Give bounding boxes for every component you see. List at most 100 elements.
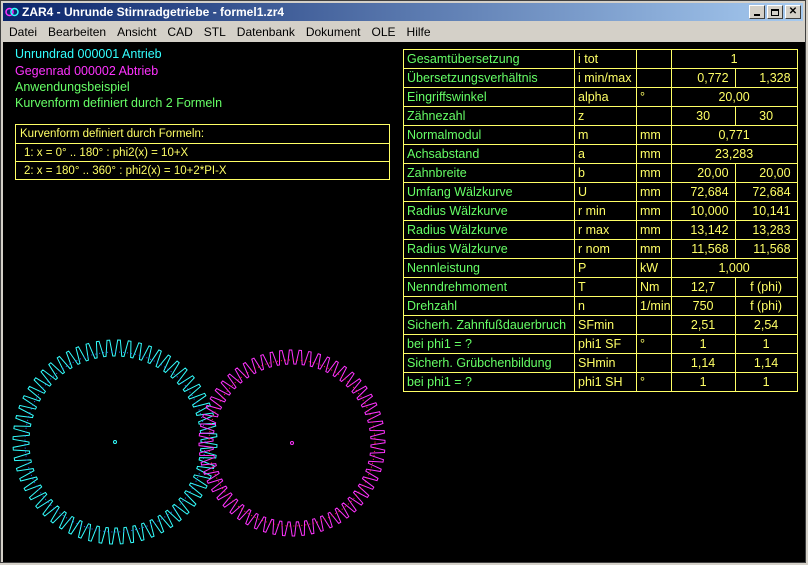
row-label: Übersetzungsverhältnis [403,68,575,88]
row-label: Zahnbreite [403,163,575,183]
row-label: Umfang Wälzkurve [403,182,575,202]
row-label: bei phi1 = ? [403,334,575,354]
results-table: Gesamtübersetzung i tot 1 Übersetzungsverh… [403,49,798,392]
minimize-button[interactable] [749,5,765,19]
table-row: Radius Wälzkurve r max mm 13,142 13,283 [403,220,798,240]
row-value-2: 2,54 [734,315,798,335]
row-value-1: 10,000 [670,201,736,221]
menu-stl[interactable]: STL [198,25,231,39]
row-unit: Nm [636,277,672,297]
row-label: Normalmodul [403,125,575,145]
table-row: Zahnbreite b mm 20,00 20,00 [403,163,798,183]
row-label: Eingriffswinkel [403,87,575,107]
row-value-2: 1,328 [734,68,798,88]
menu-bearbeiten[interactable]: Bearbeiten [42,25,111,39]
row-unit: 1/min [636,296,672,316]
row-unit: ° [636,372,672,392]
row-unit: mm [636,125,672,145]
row-unit [636,315,672,335]
row-value-2: f (phi) [734,277,798,297]
row-label: Sicherh. Grübchenbildung [403,353,575,373]
row-symbol: phi1 SH [574,372,637,392]
row-symbol: r nom [574,239,637,259]
row-value-2: 13,283 [734,220,798,240]
row-value-1: 13,142 [670,220,736,240]
table-row: bei phi1 = ? phi1 SF ° 1 1 [403,334,798,354]
row-value: 20,00 [670,87,798,107]
row-value-1: 1 [670,334,736,354]
example-label: Anwendungsbeispiel [15,80,130,94]
row-unit: mm [636,201,672,221]
row-value-2: 1 [734,372,798,392]
row-symbol: a [574,144,637,164]
row-label: Gesamtübersetzung [403,49,575,69]
row-label: Achsabstand [403,144,575,164]
row-value-1: 0,772 [670,68,736,88]
menu-datenbank[interactable]: Datenbank [231,25,300,39]
maximize-button[interactable] [767,5,783,19]
row-value-2: 30 [734,106,798,126]
table-row: Gesamtübersetzung i tot 1 [403,49,798,69]
driven-gear-outline [198,349,386,537]
menu-bar: Datei Bearbeiten Ansicht CAD STL Datenba… [3,22,803,41]
row-symbol: SHmin [574,353,637,373]
row-symbol: P [574,258,637,278]
row-symbol: r max [574,220,637,240]
formula-box-title: Kurvenform definiert durch Formeln: [20,128,205,140]
row-label: bei phi1 = ? [403,372,575,392]
window-title: ZAR4 - Unrunde Stirnradgetriebe - formel… [22,5,285,19]
row-symbol: U [574,182,637,202]
row-unit [636,353,672,373]
row-value-1: 12,7 [670,277,736,297]
row-value-2: 72,684 [734,182,798,202]
row-value: 0,771 [670,125,798,145]
row-symbol: i tot [574,49,637,69]
row-symbol: z [574,106,637,126]
table-row: Radius Wälzkurve r min mm 10,000 10,141 [403,201,798,221]
table-row: bei phi1 = ? phi1 SH ° 1 1 [403,372,798,392]
row-label: Radius Wälzkurve [403,220,575,240]
menu-ansicht[interactable]: Ansicht [111,25,161,39]
close-button[interactable]: ✕ [785,5,801,19]
title-bar[interactable]: ZAR4 - Unrunde Stirnradgetriebe - formel… [3,3,803,21]
row-label: Radius Wälzkurve [403,239,575,259]
row-unit: mm [636,182,672,202]
row-symbol: SFmin [574,315,637,335]
formula-1: 1: x = 0° .. 180° : phi2(x) = 10+X [16,143,389,161]
menu-hilfe[interactable]: Hilfe [401,25,436,39]
table-row: Zähnezahl z 30 30 [403,106,798,126]
row-unit: kW [636,258,672,278]
row-unit: mm [636,163,672,183]
row-label: Zähnezahl [403,106,575,126]
menu-datei[interactable]: Datei [3,25,42,39]
row-unit [636,68,672,88]
row-symbol: alpha [574,87,637,107]
table-row: Sicherh. Zahnfußdauerbruch SFmin 2,51 2,54 [403,315,798,335]
menu-ole[interactable]: OLE [366,25,401,39]
row-value-1: 2,51 [670,315,736,335]
driving-gear-center [113,440,117,444]
minimize-icon [754,14,760,16]
driven-gear-center [290,441,294,445]
table-row: Radius Wälzkurve r nom mm 11,568 11,568 [403,239,798,259]
menu-dokument[interactable]: Dokument [300,25,366,39]
close-icon: ✕ [788,6,798,17]
maximize-icon [771,8,779,16]
row-unit: mm [636,144,672,164]
app-window: ZAR4 - Unrunde Stirnradgetriebe - formel… [0,0,806,563]
row-value: 23,283 [670,144,798,164]
row-value-1: 72,684 [670,182,736,202]
app-icon [5,7,19,17]
row-symbol: i min/max [574,68,637,88]
row-value: 1 [670,49,798,69]
row-label: Drehzahl [403,296,575,316]
row-value-2: 10,141 [734,201,798,221]
row-label: Nennleistung [403,258,575,278]
drawing-area[interactable]: Unrundrad 000001 Antrieb Gegenrad 000002… [3,42,805,562]
row-value-2: 1 [734,334,798,354]
formula-box: Kurvenform definiert durch Formeln: 1: x… [15,124,390,180]
table-row: Sicherh. Grübchenbildung SHmin 1,14 1,14 [403,353,798,373]
menu-cad[interactable]: CAD [161,25,197,39]
row-symbol: n [574,296,637,316]
table-row: Drehzahl n 1/min 750 f (phi) [403,296,798,316]
